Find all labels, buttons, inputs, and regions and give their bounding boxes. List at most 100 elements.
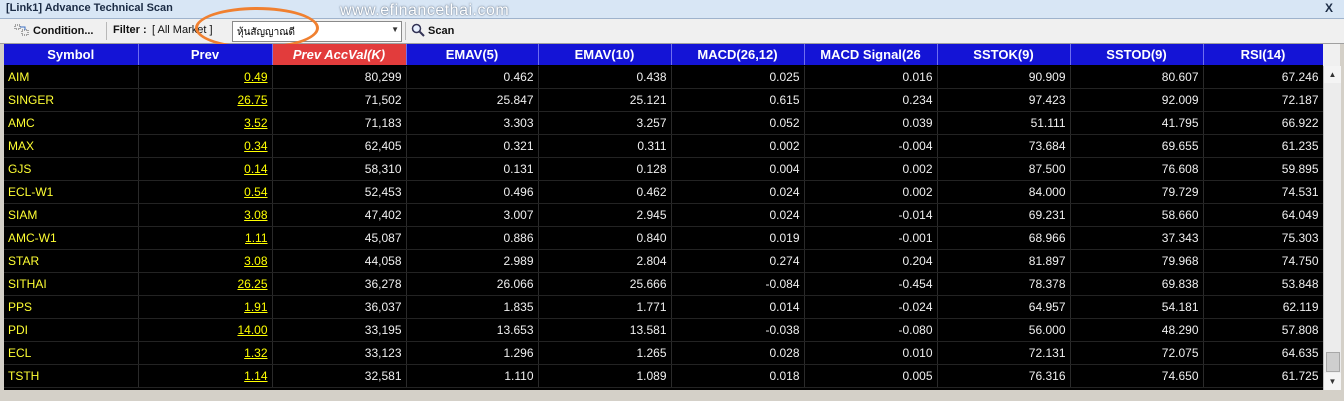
prev-link[interactable]: 0.34 [138,134,273,158]
table-cell: 72.075 [1070,341,1204,365]
chevron-down-icon[interactable]: ▼ [391,25,399,34]
table-row[interactable]: TSTH 1.14 32,581 1.110 1.089 0.018 0.005 76.316… [4,364,1323,388]
table-cell: 66.922 [1203,111,1323,135]
table-row[interactable]: PPS 1.91 36,037 1.835 1.771 0.014 -0.024 64.957… [4,295,1323,319]
table-cell: 54.181 [1070,295,1204,319]
symbol-cell[interactable]: STAR [4,249,139,273]
table-cell: 64.957 [937,295,1071,319]
table-cell: 61.725 [1203,364,1323,388]
vertical-scrollbar[interactable]: ▲ ▼ [1323,66,1341,390]
table-cell: 0.014 [671,295,805,319]
symbol-cell[interactable]: SIAM [4,203,139,227]
table-row[interactable]: AMC 3.52 71,183 3.303 3.257 0.052 0.039 51.111 4… [4,111,1323,135]
table-row[interactable]: AIM 0.49 80,299 0.462 0.438 0.025 0.016 90.909 8… [4,65,1323,89]
close-button[interactable]: X [1318,0,1340,17]
filter-label: Filter : [113,24,147,36]
table-row[interactable]: MAX 0.34 62,405 0.321 0.311 0.002 -0.004 73.684… [4,134,1323,158]
prev-link[interactable]: 26.75 [138,88,273,112]
prev-link[interactable]: 0.14 [138,157,273,181]
column-header[interactable]: EMAV(10) [538,44,672,66]
prev-link[interactable]: 1.14 [138,364,273,388]
column-header[interactable]: EMAV(5) [406,44,539,66]
table-row[interactable]: STAR 3.08 44,058 2.989 2.804 0.274 0.204 81.897… [4,249,1323,273]
table-row[interactable]: SITHAI 26.25 36,278 26.066 25.666 -0.084 -0.45… [4,272,1323,296]
table-row[interactable]: PDI 14.00 33,195 13.653 13.581 -0.038 -0.080 56… [4,318,1323,342]
symbol-cell[interactable]: SITHAI [4,272,139,296]
table-row[interactable]: ECL-W1 0.54 52,453 0.496 0.462 0.024 0.002 84.0… [4,180,1323,204]
table-cell: 62.119 [1203,295,1323,319]
table-cell: 47,402 [272,203,407,227]
symbol-cell[interactable]: PPS [4,295,139,319]
table-cell: 33,123 [272,341,407,365]
prev-link[interactable]: 0.54 [138,180,273,204]
prev-link[interactable]: 14.00 [138,318,273,342]
table-cell: 45,087 [272,226,407,250]
table-cell: 32,581 [272,364,407,388]
table-row[interactable]: SINGER 26.75 71,502 25.847 25.121 0.615 0.234 9… [4,88,1323,112]
scrollbar-thumb[interactable] [1326,352,1340,372]
table-cell: 51.111 [937,111,1071,135]
column-header[interactable]: Prev AccVal(K) [272,44,407,66]
column-header[interactable]: SSTOD(9) [1070,44,1204,66]
symbol-cell[interactable]: GJS [4,157,139,181]
scroll-up-icon[interactable]: ▲ [1324,66,1341,83]
table-cell: -0.004 [804,134,938,158]
table-cell: 0.002 [671,134,805,158]
prev-link[interactable]: 1.32 [138,341,273,365]
symbol-cell[interactable]: PDI [4,318,139,342]
table-cell: 90.909 [937,65,1071,89]
table-cell: 64.049 [1203,203,1323,227]
table-cell: 0.024 [671,203,805,227]
column-header[interactable]: RSI(14) [1203,44,1323,66]
filter-value[interactable]: [ All Market ] [152,24,213,36]
prev-link[interactable]: 3.08 [138,203,273,227]
table-cell: 48.290 [1070,318,1204,342]
prev-link[interactable]: 0.49 [138,65,273,89]
table-cell: 13.581 [538,318,672,342]
table-cell: 79.729 [1070,180,1204,204]
symbol-cell[interactable]: AMC [4,111,139,135]
column-header[interactable]: Prev [138,44,273,66]
prev-link[interactable]: 3.08 [138,249,273,273]
table-cell: 0.615 [671,88,805,112]
symbol-cell[interactable]: ECL [4,341,139,365]
symbol-cell[interactable]: MAX [4,134,139,158]
symbol-cell[interactable]: AIM [4,65,139,89]
table-row[interactable]: SIAM 3.08 47,402 3.007 2.945 0.024 -0.014 69.23… [4,203,1323,227]
table-cell: 25.666 [538,272,672,296]
table-cell: 0.010 [804,341,938,365]
title-bar: [Link1] Advance Technical Scan www.efina… [0,0,1344,19]
prev-link[interactable]: 1.11 [138,226,273,250]
column-header[interactable]: SSTOK(9) [937,44,1071,66]
column-header[interactable]: Symbol [4,44,139,66]
table-cell: 13.653 [406,318,539,342]
table-cell: 25.847 [406,88,539,112]
table-cell: 0.004 [671,157,805,181]
symbol-cell[interactable]: ECL-W1 [4,180,139,204]
scroll-down-icon[interactable]: ▼ [1324,373,1341,390]
prev-link[interactable]: 1.91 [138,295,273,319]
table-cell: 57.808 [1203,318,1323,342]
table-cell: 69.655 [1070,134,1204,158]
column-header[interactable]: MACD Signal(26 [804,44,938,66]
table-row[interactable]: GJS 0.14 58,310 0.131 0.128 0.004 0.002 87.500 7… [4,157,1323,181]
table-row[interactable]: ECL 1.32 33,123 1.296 1.265 0.028 0.010 72.131 7… [4,341,1323,365]
prev-link[interactable]: 3.52 [138,111,273,135]
symbol-cell[interactable]: SINGER [4,88,139,112]
table-cell: -0.024 [804,295,938,319]
table-cell: -0.001 [804,226,938,250]
table-cell: 74.750 [1203,249,1323,273]
prev-link[interactable]: 26.25 [138,272,273,296]
symbol-cell[interactable]: TSTH [4,364,139,388]
scrollbar-corner [1323,44,1340,66]
table-row[interactable]: AMC-W1 1.11 45,087 0.886 0.840 0.019 -0.001 68.… [4,226,1323,250]
signal-select[interactable]: หุ้นสัญญาณดี ▼ [232,21,402,42]
table-cell: 0.024 [671,180,805,204]
table-cell: 37.343 [1070,226,1204,250]
scan-button[interactable]: Scan [411,21,454,41]
condition-button[interactable]: Condition... [14,21,93,41]
table-cell: 87.500 [937,157,1071,181]
table-cell: 0.204 [804,249,938,273]
column-header[interactable]: MACD(26,12) [671,44,805,66]
symbol-cell[interactable]: AMC-W1 [4,226,139,250]
